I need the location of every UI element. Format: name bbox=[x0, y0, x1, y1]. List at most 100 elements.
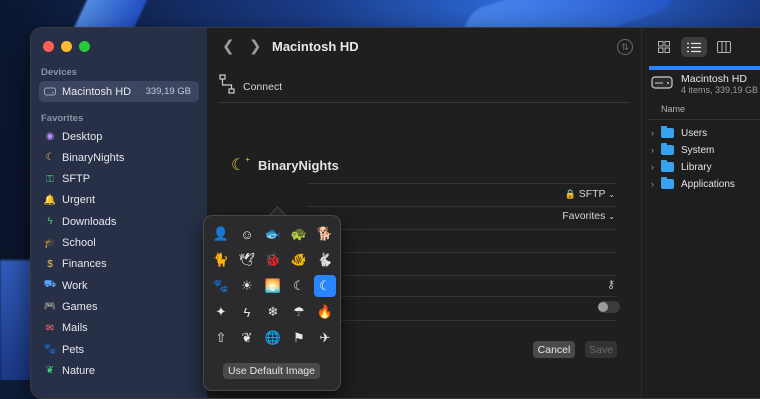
paw-icon[interactable]: 🐾 bbox=[210, 275, 232, 297]
protocol-select[interactable]: 🔒 SFTP ⌄ bbox=[565, 188, 615, 200]
hare-icon[interactable]: 🐇 bbox=[314, 249, 336, 271]
chevron-right-icon[interactable]: › bbox=[651, 145, 661, 155]
person-icon[interactable]: 👤 bbox=[210, 223, 232, 245]
connect-button[interactable]: Connect bbox=[219, 74, 282, 99]
divider bbox=[307, 183, 617, 184]
key-icon[interactable]: ⚷ bbox=[607, 278, 615, 291]
devices-heading: Devices bbox=[41, 67, 77, 78]
sidebar-item-label: Work bbox=[62, 279, 88, 292]
dog-icon[interactable]: 🐕 bbox=[314, 223, 336, 245]
divider bbox=[307, 275, 617, 276]
grid-icon bbox=[658, 41, 670, 53]
cloud-upload-icon[interactable]: ⇧ bbox=[210, 327, 232, 349]
disk-info: 4 items, 339,19 GB bbox=[681, 85, 759, 95]
zoom-button[interactable] bbox=[79, 41, 90, 52]
divider bbox=[307, 296, 617, 297]
divider bbox=[307, 229, 617, 230]
sparkles-icon[interactable]: ✦ bbox=[210, 301, 232, 323]
back-button[interactable]: ❮ bbox=[222, 37, 235, 55]
disk-header: Macintosh HD 4 items, 339,19 GB bbox=[651, 73, 758, 95]
sun-icon[interactable]: ☀ bbox=[236, 275, 258, 297]
chevron-right-icon[interactable]: › bbox=[651, 162, 661, 172]
snowflake-icon[interactable]: ❄ bbox=[262, 301, 284, 323]
bird-icon[interactable]: 🕊 bbox=[236, 249, 258, 271]
sidebar-item-mails[interactable]: ✉ Mails bbox=[39, 318, 199, 339]
sidebar-item-sftp[interactable]: ⚿ SFTP bbox=[39, 169, 199, 190]
sidebar-item-downloads[interactable]: ϟ Downloads bbox=[39, 211, 199, 232]
sidebar-item-nature[interactable]: ❦ Nature bbox=[39, 360, 199, 381]
list-view-button[interactable] bbox=[681, 37, 707, 57]
list-icon bbox=[687, 42, 701, 52]
moon-icon[interactable]: ☾ bbox=[288, 275, 310, 297]
moon-stars-icon[interactable]: ☾ bbox=[314, 275, 336, 297]
window-title: Macintosh HD bbox=[272, 39, 359, 54]
finder-window: Devices Macintosh HD 339,19 GB Favorites… bbox=[30, 27, 760, 399]
favorites-select[interactable]: Favorites ⌄ bbox=[562, 210, 615, 222]
flag-icon[interactable]: ⚑ bbox=[288, 327, 310, 349]
sidebar-item-label: School bbox=[62, 237, 96, 249]
leaf-icon: ❦ bbox=[45, 365, 55, 377]
lock-icon: 🔒 bbox=[564, 189, 576, 199]
file-row[interactable]: › System bbox=[651, 142, 714, 158]
flame-icon[interactable]: 🔥 bbox=[314, 301, 336, 323]
sidebar-item-finances[interactable]: $ Finances bbox=[39, 254, 199, 275]
chevron-down-icon: ⌄ bbox=[608, 212, 615, 221]
file-row[interactable]: › Library bbox=[651, 159, 712, 175]
sidebar-item-pets[interactable]: 🐾 Pets bbox=[39, 339, 199, 360]
dollar-icon: $ bbox=[47, 258, 53, 270]
sidebar-item-label: Pets bbox=[62, 343, 85, 356]
name-column-header[interactable]: Name bbox=[661, 104, 685, 114]
sidebar-item-label: Finances bbox=[62, 258, 107, 271]
file-row[interactable]: › Applications bbox=[651, 176, 735, 192]
drive-icon bbox=[651, 75, 673, 94]
sidebar: Devices Macintosh HD 339,19 GB Favorites… bbox=[31, 28, 208, 398]
columns-icon bbox=[717, 41, 731, 53]
cat-icon[interactable]: 🐈 bbox=[210, 249, 232, 271]
sidebar-item-label: Mails bbox=[62, 322, 88, 335]
column-view-button[interactable] bbox=[711, 37, 737, 57]
toggle-knob bbox=[598, 302, 608, 312]
leaf-icon[interactable]: ❦ bbox=[236, 327, 258, 349]
file-row[interactable]: › Users bbox=[651, 125, 707, 141]
sidebar-item-macintosh-hd[interactable]: Macintosh HD 339,19 GB bbox=[39, 81, 199, 102]
ladybug-icon[interactable]: 🐞 bbox=[262, 249, 284, 271]
grid-view-button[interactable] bbox=[651, 37, 677, 57]
turtle-icon[interactable]: 🐢 bbox=[288, 223, 310, 245]
fish-2-icon[interactable]: 🐠 bbox=[288, 249, 310, 271]
forward-button[interactable]: ❯ bbox=[249, 37, 262, 55]
close-button[interactable] bbox=[43, 41, 54, 52]
sunrise-icon[interactable]: 🌅 bbox=[262, 275, 284, 297]
umbrella-icon[interactable]: ☂ bbox=[288, 301, 310, 323]
folder-icon bbox=[661, 126, 674, 138]
moon-stars-icon[interactable]: ☾+ bbox=[231, 155, 250, 175]
smiley-icon[interactable]: ☺ bbox=[236, 223, 258, 245]
save-button[interactable]: Save bbox=[585, 341, 617, 358]
minimize-button[interactable] bbox=[61, 41, 72, 52]
bell-icon: 🔔 bbox=[43, 194, 57, 206]
sidebar-item-binarynights[interactable]: ☾ BinaryNights bbox=[39, 147, 199, 168]
sidebar-item-games[interactable]: 🎮 Games bbox=[39, 296, 199, 317]
connect-label: Connect bbox=[243, 80, 283, 93]
server-header: ☾+ BinaryNights bbox=[231, 155, 339, 175]
mail-icon: ✉ bbox=[45, 322, 55, 334]
use-default-image-button[interactable]: Use Default Image bbox=[223, 363, 320, 379]
sidebar-item-desktop[interactable]: ◉ Desktop bbox=[39, 126, 199, 147]
sidebar-item-label: BinaryNights bbox=[62, 151, 125, 164]
globe-icon[interactable]: 🌐 bbox=[262, 327, 284, 349]
fish-icon[interactable]: 🐟 bbox=[262, 223, 284, 245]
chevron-right-icon[interactable]: › bbox=[651, 128, 661, 138]
chevron-right-icon[interactable]: › bbox=[651, 179, 661, 189]
airplane-icon[interactable]: ✈ bbox=[314, 327, 336, 349]
sidebar-item-urgent[interactable]: 🔔 Urgent bbox=[39, 190, 199, 211]
view-mode-switcher bbox=[651, 37, 737, 57]
moon-stars-icon: ☾ bbox=[45, 152, 55, 164]
network-icon bbox=[219, 74, 235, 99]
cancel-button[interactable]: Cancel bbox=[533, 341, 575, 358]
disk-name: Macintosh HD bbox=[681, 73, 747, 85]
sync-icon[interactable]: ⇅ bbox=[617, 39, 633, 55]
bolt-icon[interactable]: ϟ bbox=[236, 301, 258, 323]
sidebar-item-school[interactable]: 🎓 School bbox=[39, 233, 199, 254]
divider bbox=[307, 320, 617, 321]
file-name: Applications bbox=[681, 178, 735, 190]
sidebar-item-work[interactable]: ⛟ Work bbox=[39, 275, 199, 296]
